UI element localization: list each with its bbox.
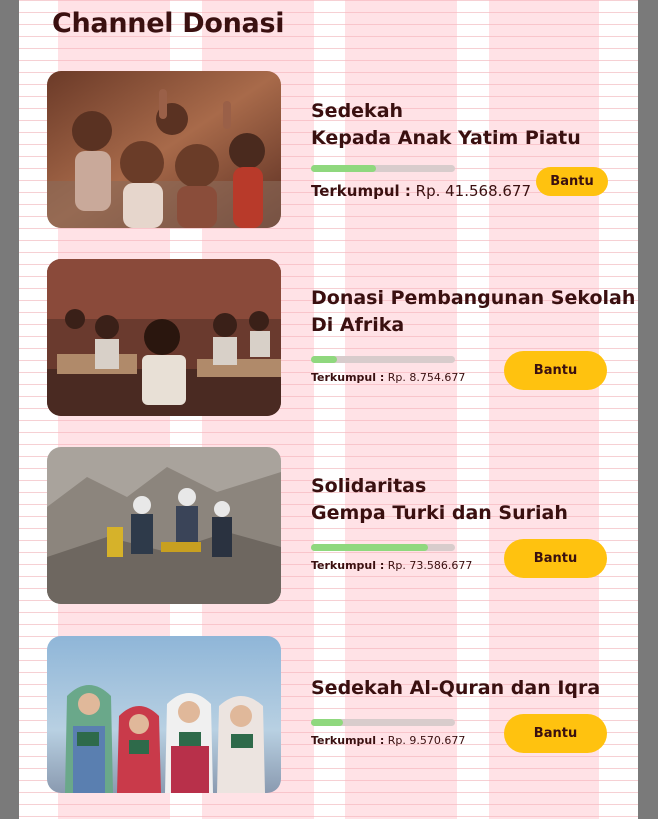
- raised-amount: Terkumpul : Rp. 41.568.677: [311, 182, 532, 200]
- children-smiling-photo: [47, 71, 281, 228]
- campaign-title: Sedekah Al-Quran dan Iqra: [311, 677, 601, 699]
- campaign-title: Sedekah Kepada Anak Yatim Piatu: [311, 100, 581, 149]
- progress-bar: [311, 356, 455, 363]
- campaign-title: Donasi Pembangunan Sekolah Di Afrika: [311, 287, 636, 336]
- donation-card: Sedekah Al-Quran dan Iqra Terkumpul : Rp…: [19, 636, 638, 794]
- donation-page: Channel Donasi Sedekah Kepada Anak Yatim…: [19, 0, 638, 819]
- raised-amount: Terkumpul : Rp. 8.754.677: [311, 371, 466, 384]
- page-title: Channel Donasi: [52, 8, 285, 39]
- bantu-button[interactable]: Bantu: [504, 539, 607, 578]
- progress-bar: [311, 165, 455, 172]
- bantu-button[interactable]: Bantu: [504, 351, 607, 390]
- bantu-button[interactable]: Bantu: [536, 167, 608, 196]
- progress-fill: [311, 719, 343, 726]
- donation-card: Sedekah Kepada Anak Yatim Piatu Terkumpu…: [19, 71, 638, 229]
- raised-amount: Terkumpul : Rp. 9.570.677: [311, 734, 466, 747]
- progress-fill: [311, 356, 337, 363]
- progress-fill: [311, 544, 428, 551]
- campaign-title: Solidaritas Gempa Turki dan Suriah: [311, 475, 568, 524]
- bantu-button[interactable]: Bantu: [504, 714, 607, 753]
- girls-holding-quran-photo: [47, 636, 281, 793]
- progress-fill: [311, 165, 376, 172]
- earthquake-rescue-photo: [47, 447, 281, 604]
- progress-bar: [311, 719, 455, 726]
- classroom-students-photo: [47, 259, 281, 416]
- donation-card: Solidaritas Gempa Turki dan Suriah Terku…: [19, 447, 638, 605]
- progress-bar: [311, 544, 455, 551]
- donation-card: Donasi Pembangunan Sekolah Di Afrika Ter…: [19, 259, 638, 417]
- raised-amount: Terkumpul : Rp. 73.586.677: [311, 559, 473, 572]
